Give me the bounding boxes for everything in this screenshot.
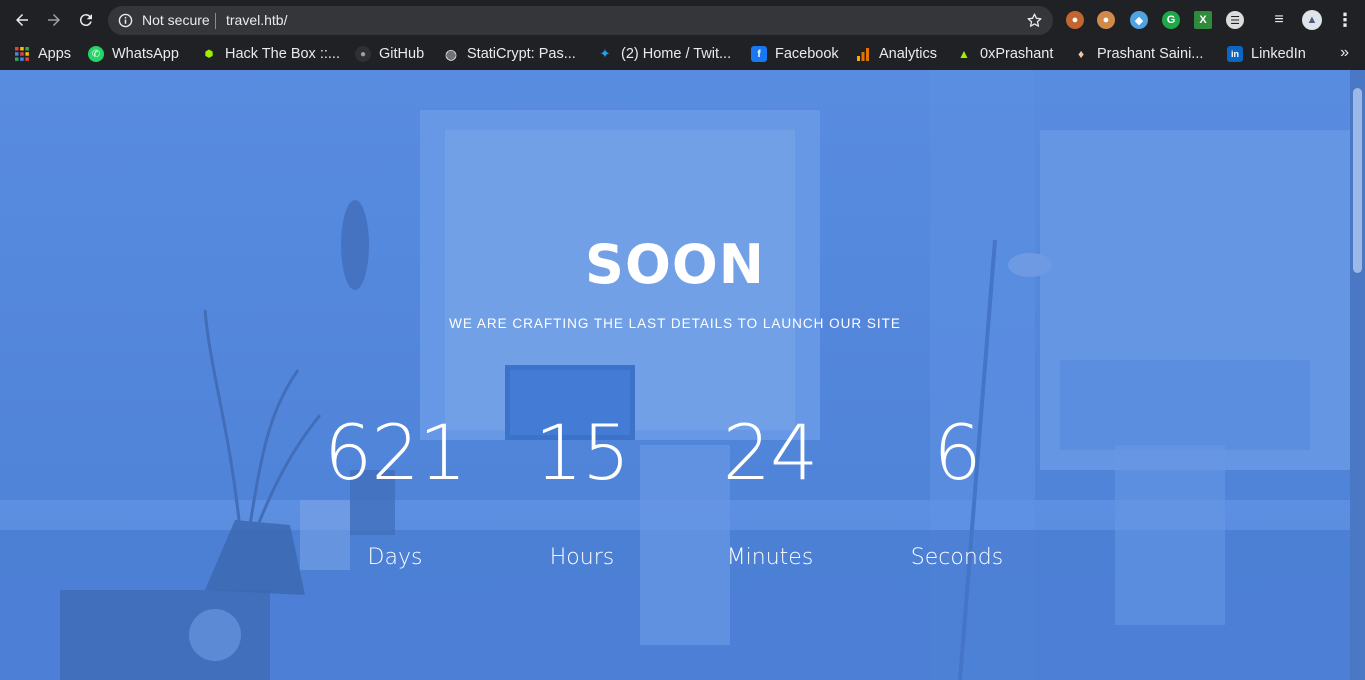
page-subtitle: WE ARE CRAFTING THE LAST DETAILS TO LAUN… [449, 316, 901, 331]
reload-button[interactable] [73, 7, 99, 33]
twitter-icon: ✦ [599, 46, 611, 61]
excel-extension-icon[interactable]: X [1194, 11, 1212, 29]
page-title: SOON [585, 233, 765, 296]
countdown-seconds: 6 Seconds [862, 408, 1052, 571]
countdown-value: 15 [534, 408, 631, 497]
bookmark-label: GitHub [379, 46, 425, 62]
bookmark-label: LinkedIn [1251, 46, 1306, 62]
profile-icon: ♦ [1077, 47, 1085, 61]
page-viewport: SOON WE ARE CRAFTING THE LAST DETAILS TO… [0, 70, 1365, 680]
bookmark-twitter[interactable]: ✦ (2) Home / Twit... [597, 44, 732, 64]
bookmark-label: 0xPrashant [980, 46, 1054, 62]
bookmarks-bar: Apps ✆ WhatsApp ⬢ Hack The Box ::... ● G… [0, 39, 1365, 70]
security-label: Not secure [142, 12, 210, 28]
countdown-days: 621 Days [300, 408, 490, 571]
bookmark-label: (2) Home / Twit... [621, 46, 732, 62]
countdown-value: 6 [933, 408, 981, 497]
bookmark-label: StatiCrypt: Pas... [467, 46, 576, 62]
hackthebox-icon: ▲ [958, 47, 970, 61]
back-button[interactable] [9, 7, 35, 33]
browser-toolbar: Not secure travel.htb/ ● ● ◆ G X ☰ ≡ ▲ ⋮ [0, 0, 1365, 39]
bookmark-0xprashant[interactable]: ▲ 0xPrashant [956, 44, 1053, 64]
profile-avatar-icon[interactable]: ▲ [1302, 10, 1322, 30]
menu-kebab-icon[interactable]: ⋮ [1336, 10, 1354, 30]
bookmark-label: WhatsApp [112, 46, 179, 62]
scrollbar-thumb[interactable] [1353, 88, 1362, 273]
bookmark-hackthebox[interactable]: ⬢ Hack The Box ::... [201, 44, 340, 64]
address-bar[interactable]: Not secure travel.htb/ [108, 6, 1053, 35]
countdown-label: Seconds [910, 545, 1004, 570]
vertical-scrollbar[interactable] [1350, 70, 1365, 680]
countdown-minutes: 24 Minutes [675, 408, 865, 571]
reload-icon [79, 14, 92, 27]
bookmark-staticrypt[interactable]: ◍ StatiCrypt: Pas... [443, 44, 576, 64]
chat-extension-icon[interactable]: ☰ [1226, 11, 1244, 29]
globe-icon: ◍ [444, 45, 458, 62]
cookie-extension-icon[interactable]: ● [1066, 11, 1084, 29]
whatsapp-icon: ✆ [88, 46, 104, 62]
facebook-icon: f [751, 46, 767, 62]
divider [215, 13, 216, 29]
forward-button[interactable] [41, 7, 67, 33]
bookmark-star-icon[interactable] [1026, 12, 1043, 29]
arrow-right-icon [48, 14, 60, 26]
bookmark-label: Facebook [775, 46, 839, 62]
media-control-icon[interactable]: ≡ [1270, 11, 1288, 29]
wappalyzer-extension-icon[interactable]: ◆ [1130, 11, 1148, 29]
analytics-icon [855, 46, 871, 62]
countdown-hours: 15 Hours [487, 408, 677, 571]
info-icon[interactable] [118, 13, 133, 28]
bookmark-github[interactable]: ● GitHub [355, 44, 424, 64]
grammarly-extension-icon[interactable]: G [1162, 11, 1180, 29]
bookmark-label: Apps [38, 46, 72, 62]
bookmark-label: Hack The Box ::... [225, 46, 340, 62]
bookmark-whatsapp[interactable]: ✆ WhatsApp [88, 44, 179, 64]
url-text[interactable]: travel.htb/ [226, 12, 287, 28]
arrow-left-icon [16, 14, 28, 26]
bookmark-facebook[interactable]: f Facebook [751, 44, 839, 64]
bookmark-apps[interactable]: Apps [14, 44, 71, 64]
bookmark-linkedin[interactable]: in LinkedIn [1227, 44, 1306, 64]
countdown-value: 621 [323, 408, 467, 497]
bookmark-label: Analytics [879, 46, 938, 62]
bookmark-prashant-saini[interactable]: ♦ Prashant Saini... [1073, 44, 1203, 64]
apps-grid-icon [14, 46, 30, 62]
cookie-editor-extension-icon[interactable]: ● [1097, 11, 1115, 29]
coming-soon-hero: SOON WE ARE CRAFTING THE LAST DETAILS TO… [0, 70, 1350, 680]
github-icon: ● [355, 46, 371, 62]
countdown-label: Minutes [726, 545, 814, 570]
hackthebox-icon: ⬢ [204, 48, 214, 60]
bookmark-analytics[interactable]: Analytics [855, 44, 937, 64]
countdown-value: 24 [722, 408, 819, 497]
bookmark-label: Prashant Saini... [1097, 46, 1204, 62]
countdown-label: Days [367, 545, 423, 570]
linkedin-icon: in [1227, 46, 1243, 62]
more-bookmarks-chevron-icon[interactable]: » [1340, 44, 1349, 62]
countdown-label: Hours [549, 545, 615, 570]
